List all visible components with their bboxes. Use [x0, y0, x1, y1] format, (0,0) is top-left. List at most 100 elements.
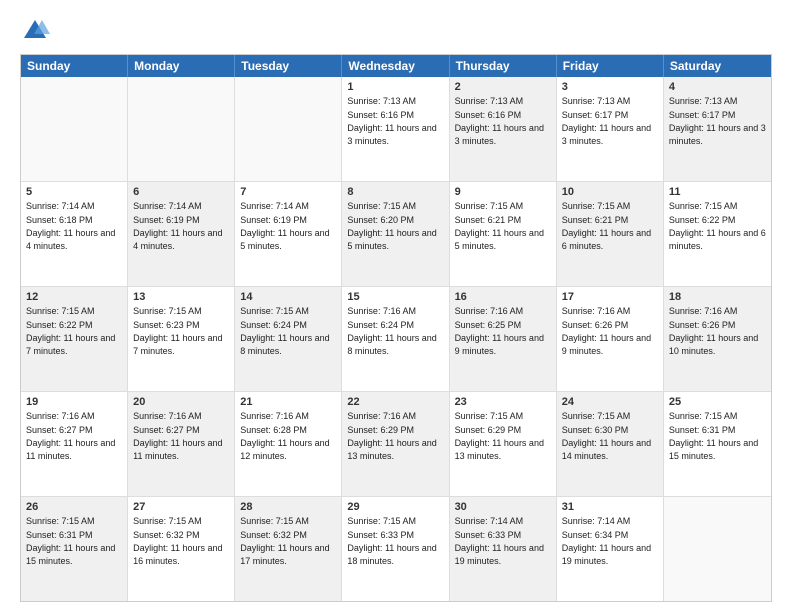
header-day-tuesday: Tuesday — [235, 55, 342, 77]
day-info: Sunrise: 7:15 AM Sunset: 6:32 PM Dayligh… — [133, 516, 225, 566]
day-cell-19: 19Sunrise: 7:16 AM Sunset: 6:27 PM Dayli… — [21, 392, 128, 496]
day-info: Sunrise: 7:16 AM Sunset: 6:25 PM Dayligh… — [455, 306, 547, 356]
day-cell-25: 25Sunrise: 7:15 AM Sunset: 6:31 PM Dayli… — [664, 392, 771, 496]
day-cell-12: 12 Sunrise: 7:15 AM Sunset: 6:22 PM Dayli… — [21, 287, 128, 391]
logo-icon — [20, 16, 50, 46]
day-info: Sunrise: 7:13 AM Sunset: 6:17 PM Dayligh… — [562, 96, 654, 146]
day-info: Sunrise: 7:16 AM Sunset: 6:26 PM Dayligh… — [562, 306, 654, 356]
day-cell-8: 8 Sunrise: 7:15 AM Sunset: 6:20 PM Daylig… — [342, 182, 449, 286]
day-number: 26 — [26, 500, 122, 514]
day-cell-9: 9Sunrise: 7:15 AM Sunset: 6:21 PM Daylig… — [450, 182, 557, 286]
day-info: Sunrise: 7:16 AM Sunset: 6:28 PM Dayligh… — [240, 411, 332, 461]
day-info: Sunrise: 7:15 AM Sunset: 6:31 PM Dayligh… — [26, 516, 118, 566]
day-cell-31: 31 Sunrise: 7:14 AM Sunset: 6:34 PM Dayli… — [557, 497, 664, 601]
day-number: 16 — [455, 290, 551, 304]
day-cell-24: 24 Sunrise: 7:15 AM Sunset: 6:30 PM Dayli… — [557, 392, 664, 496]
day-cell-4: 4 Sunrise: 7:13 AM Sunset: 6:17 PM Daylig… — [664, 77, 771, 181]
day-cell-1: 1 Sunrise: 7:13 AM Sunset: 6:16 PM Daylig… — [342, 77, 449, 181]
day-number: 3 — [562, 80, 658, 94]
day-info: Sunrise: 7:15 AM Sunset: 6:29 PM Dayligh… — [455, 411, 547, 461]
day-info: Sunrise: 7:14 AM Sunset: 6:19 PM Dayligh… — [133, 201, 225, 251]
day-info: Sunrise: 7:16 AM Sunset: 6:27 PM Dayligh… — [133, 411, 225, 461]
day-cell-10: 10 Sunrise: 7:15 AM Sunset: 6:21 PM Dayli… — [557, 182, 664, 286]
day-cell-11: 11 Sunrise: 7:15 AM Sunset: 6:22 PM Dayli… — [664, 182, 771, 286]
day-number: 23 — [455, 395, 551, 409]
day-number: 12 — [26, 290, 122, 304]
day-number: 5 — [26, 185, 122, 199]
day-number: 18 — [669, 290, 766, 304]
day-cell-27: 27Sunrise: 7:15 AM Sunset: 6:32 PM Dayli… — [128, 497, 235, 601]
day-info: Sunrise: 7:16 AM Sunset: 6:27 PM Dayligh… — [26, 411, 118, 461]
day-info: Sunrise: 7:15 AM Sunset: 6:33 PM Dayligh… — [347, 516, 439, 566]
day-number: 28 — [240, 500, 336, 514]
day-number: 30 — [455, 500, 551, 514]
day-info: Sunrise: 7:15 AM Sunset: 6:22 PM Dayligh… — [669, 201, 768, 251]
day-number: 1 — [347, 80, 443, 94]
day-info: Sunrise: 7:15 AM Sunset: 6:23 PM Dayligh… — [133, 306, 225, 356]
day-number: 13 — [133, 290, 229, 304]
page: SundayMondayTuesdayWednesdayThursdayFrid… — [0, 0, 792, 612]
day-cell-28: 28 Sunrise: 7:15 AM Sunset: 6:32 PM Dayli… — [235, 497, 342, 601]
day-number: 31 — [562, 500, 658, 514]
day-info: Sunrise: 7:15 AM Sunset: 6:32 PM Dayligh… — [240, 516, 332, 566]
day-info: Sunrise: 7:13 AM Sunset: 6:17 PM Dayligh… — [669, 96, 768, 146]
day-number: 2 — [455, 80, 551, 94]
day-info: Sunrise: 7:15 AM Sunset: 6:22 PM Dayligh… — [26, 306, 118, 356]
day-cell-5: 5 Sunrise: 7:14 AM Sunset: 6:18 PM Daylig… — [21, 182, 128, 286]
day-cell-14: 14 Sunrise: 7:15 AM Sunset: 6:24 PM Dayli… — [235, 287, 342, 391]
empty-cell-4-6 — [664, 497, 771, 601]
day-info: Sunrise: 7:15 AM Sunset: 6:24 PM Dayligh… — [240, 306, 332, 356]
day-cell-29: 29 Sunrise: 7:15 AM Sunset: 6:33 PM Dayli… — [342, 497, 449, 601]
calendar-header: SundayMondayTuesdayWednesdayThursdayFrid… — [21, 55, 771, 77]
day-info: Sunrise: 7:16 AM Sunset: 6:24 PM Dayligh… — [347, 306, 439, 356]
day-info: Sunrise: 7:13 AM Sunset: 6:16 PM Dayligh… — [347, 96, 439, 146]
day-number: 24 — [562, 395, 658, 409]
day-info: Sunrise: 7:16 AM Sunset: 6:26 PM Dayligh… — [669, 306, 761, 356]
day-info: Sunrise: 7:15 AM Sunset: 6:21 PM Dayligh… — [562, 201, 654, 251]
day-info: Sunrise: 7:14 AM Sunset: 6:33 PM Dayligh… — [455, 516, 547, 566]
day-cell-22: 22 Sunrise: 7:16 AM Sunset: 6:29 PM Dayli… — [342, 392, 449, 496]
empty-cell-0-1 — [128, 77, 235, 181]
day-number: 4 — [669, 80, 766, 94]
day-info: Sunrise: 7:15 AM Sunset: 6:20 PM Dayligh… — [347, 201, 439, 251]
day-number: 17 — [562, 290, 658, 304]
calendar: SundayMondayTuesdayWednesdayThursdayFrid… — [20, 54, 772, 602]
day-number: 25 — [669, 395, 766, 409]
day-info: Sunrise: 7:14 AM Sunset: 6:19 PM Dayligh… — [240, 201, 332, 251]
week-row-1: 5 Sunrise: 7:14 AM Sunset: 6:18 PM Daylig… — [21, 181, 771, 286]
header-day-monday: Monday — [128, 55, 235, 77]
day-cell-20: 20 Sunrise: 7:16 AM Sunset: 6:27 PM Dayli… — [128, 392, 235, 496]
empty-cell-0-2 — [235, 77, 342, 181]
day-cell-26: 26 Sunrise: 7:15 AM Sunset: 6:31 PM Dayli… — [21, 497, 128, 601]
day-info: Sunrise: 7:14 AM Sunset: 6:34 PM Dayligh… — [562, 516, 654, 566]
empty-cell-0-0 — [21, 77, 128, 181]
day-info: Sunrise: 7:16 AM Sunset: 6:29 PM Dayligh… — [347, 411, 439, 461]
day-number: 22 — [347, 395, 443, 409]
day-cell-21: 21 Sunrise: 7:16 AM Sunset: 6:28 PM Dayli… — [235, 392, 342, 496]
day-number: 11 — [669, 185, 766, 199]
header-day-wednesday: Wednesday — [342, 55, 449, 77]
day-number: 14 — [240, 290, 336, 304]
day-cell-30: 30 Sunrise: 7:14 AM Sunset: 6:33 PM Dayli… — [450, 497, 557, 601]
day-number: 8 — [347, 185, 443, 199]
day-number: 29 — [347, 500, 443, 514]
logo — [20, 16, 54, 46]
day-cell-23: 23 Sunrise: 7:15 AM Sunset: 6:29 PM Dayli… — [450, 392, 557, 496]
week-row-0: 1 Sunrise: 7:13 AM Sunset: 6:16 PM Daylig… — [21, 77, 771, 181]
day-info: Sunrise: 7:15 AM Sunset: 6:21 PM Dayligh… — [455, 201, 547, 251]
day-number: 21 — [240, 395, 336, 409]
day-cell-16: 16 Sunrise: 7:16 AM Sunset: 6:25 PM Dayli… — [450, 287, 557, 391]
day-info: Sunrise: 7:15 AM Sunset: 6:30 PM Dayligh… — [562, 411, 654, 461]
week-row-4: 26 Sunrise: 7:15 AM Sunset: 6:31 PM Dayli… — [21, 496, 771, 601]
header — [20, 16, 772, 46]
day-number: 7 — [240, 185, 336, 199]
day-number: 10 — [562, 185, 658, 199]
day-number: 20 — [133, 395, 229, 409]
day-info: Sunrise: 7:13 AM Sunset: 6:16 PM Dayligh… — [455, 96, 547, 146]
day-cell-7: 7 Sunrise: 7:14 AM Sunset: 6:19 PM Daylig… — [235, 182, 342, 286]
day-number: 15 — [347, 290, 443, 304]
day-cell-6: 6Sunrise: 7:14 AM Sunset: 6:19 PM Daylig… — [128, 182, 235, 286]
day-info: Sunrise: 7:14 AM Sunset: 6:18 PM Dayligh… — [26, 201, 118, 251]
day-cell-13: 13 Sunrise: 7:15 AM Sunset: 6:23 PM Dayli… — [128, 287, 235, 391]
day-cell-3: 3 Sunrise: 7:13 AM Sunset: 6:17 PM Daylig… — [557, 77, 664, 181]
